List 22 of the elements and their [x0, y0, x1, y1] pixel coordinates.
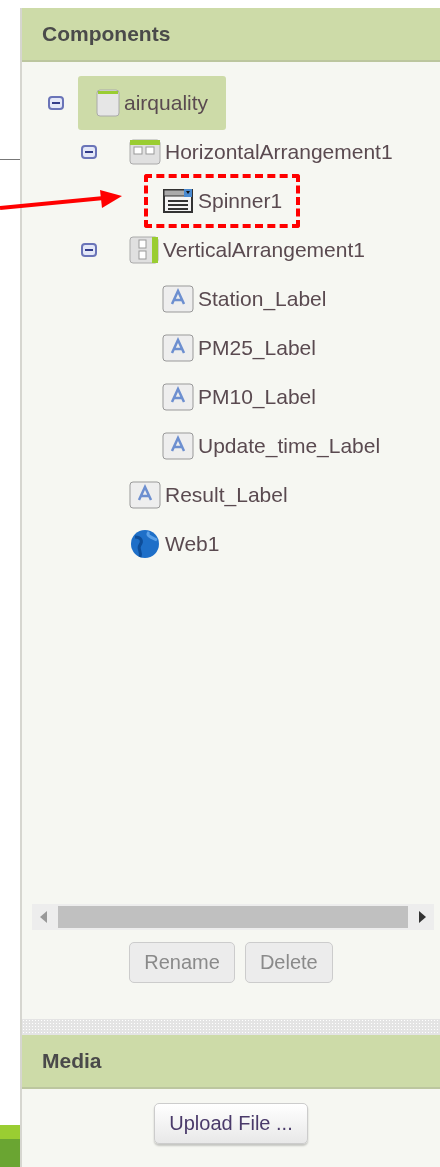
scroll-right-icon [418, 911, 426, 923]
panel-title: Components [22, 8, 440, 62]
screen-icon [96, 88, 120, 117]
horizontal-scrollbar[interactable] [32, 904, 434, 930]
vertical-arrangement-icon [129, 235, 159, 264]
footer-bar [0, 1125, 20, 1167]
collapse-toggle[interactable] [81, 144, 97, 159]
collapse-toggle[interactable] [48, 95, 64, 110]
tree-item[interactable]: Spinner1 [144, 173, 301, 228]
tree-item[interactable]: airquality [78, 75, 227, 130]
label-icon [162, 284, 194, 313]
spinner-icon [162, 187, 194, 214]
label-icon [162, 382, 194, 411]
globe-icon [129, 528, 161, 559]
upload-button[interactable]: Upload File ... [154, 1103, 308, 1144]
horizontal-arrangement-icon [129, 138, 161, 165]
label-icon [129, 480, 161, 509]
label-icon [162, 333, 194, 362]
collapse-toggle[interactable] [81, 242, 97, 257]
scroll-left-icon [40, 911, 48, 923]
panel-title: Media [22, 1035, 440, 1089]
label-icon [162, 431, 194, 460]
